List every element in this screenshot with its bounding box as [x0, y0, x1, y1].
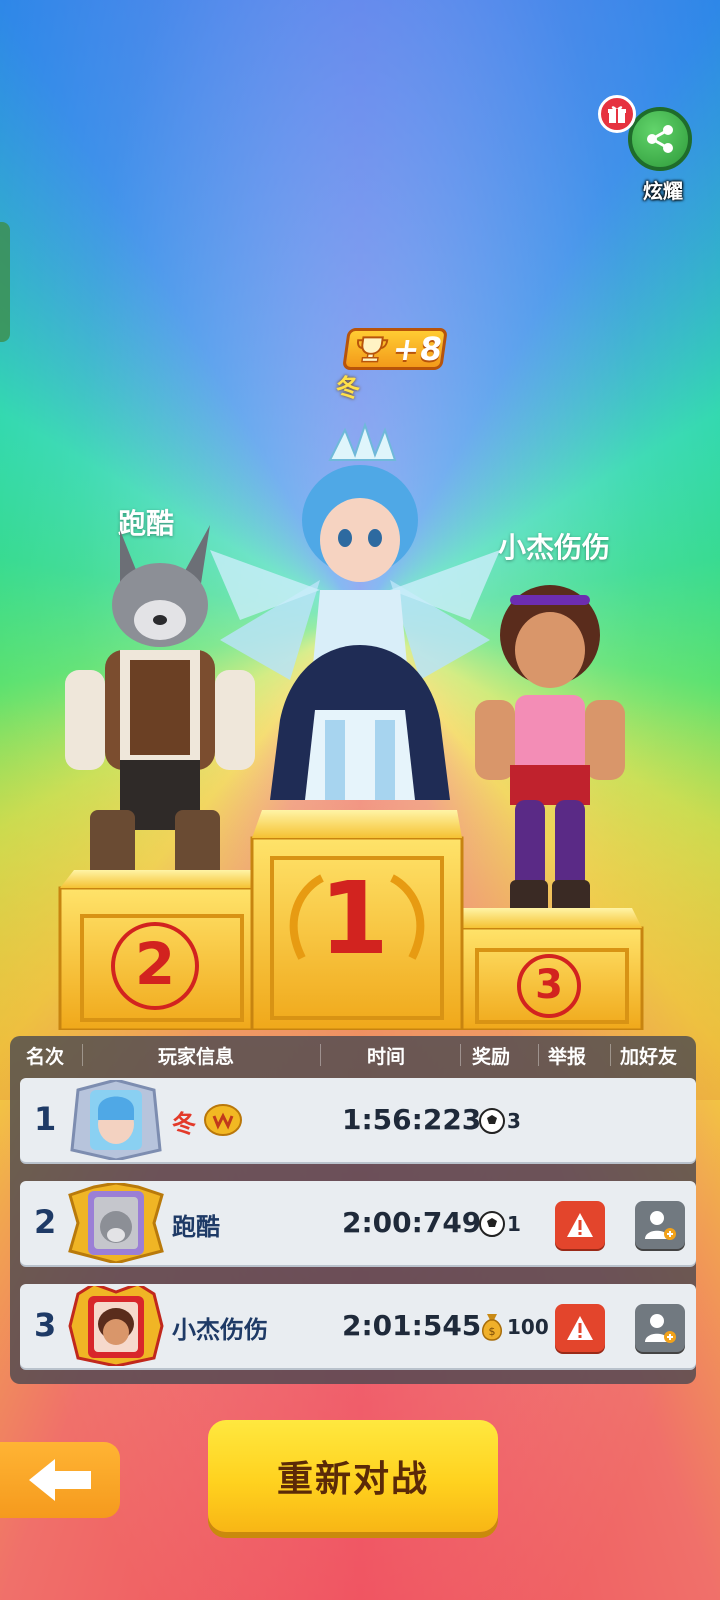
- row-player-name: 小杰伤伤: [172, 1316, 268, 1344]
- gift-icon: [598, 95, 636, 133]
- side-edge-handle: [0, 222, 10, 342]
- row-reward-amount: 3: [507, 1109, 521, 1133]
- add-friend-button[interactable]: [635, 1201, 685, 1249]
- row-rank: 3: [34, 1306, 57, 1344]
- row-reward-amount: 1: [507, 1212, 521, 1236]
- row-rank: 1: [34, 1100, 57, 1138]
- podium-number-3: 3: [535, 962, 563, 1008]
- row-reward: 1: [478, 1207, 521, 1241]
- share-label: 炫耀: [643, 179, 683, 203]
- row-reward-amount: 100: [507, 1315, 549, 1339]
- avatar: [70, 1080, 162, 1160]
- result-row: 3 小杰伤伤 2:01:545 $ 100: [20, 1284, 696, 1368]
- header-divider: [538, 1044, 539, 1066]
- back-button[interactable]: [0, 1442, 120, 1518]
- svg-text:$: $: [489, 1325, 496, 1338]
- rematch-button[interactable]: 重新对战: [208, 1420, 498, 1532]
- avatar: [68, 1286, 164, 1366]
- row-time: 2:01:545: [342, 1309, 482, 1342]
- soccer-ball-icon: [479, 1108, 505, 1134]
- money-bag-icon: $: [482, 1314, 502, 1341]
- header-time: 时间: [367, 1046, 406, 1068]
- trophy-gain-value: +8: [390, 330, 445, 368]
- share-icon: [647, 125, 673, 153]
- back-arrow-icon: [29, 1459, 91, 1501]
- report-button[interactable]: [555, 1201, 605, 1249]
- header-divider: [610, 1044, 611, 1066]
- winner-name-tag: 冬: [336, 374, 360, 402]
- podium-number-2: 2: [134, 930, 176, 998]
- trophy-icon: [357, 336, 389, 363]
- result-row: 1 冬 1:56:223 3: [20, 1078, 696, 1162]
- header-report: 举报: [548, 1046, 587, 1068]
- header-divider: [460, 1044, 461, 1066]
- ice-princess-character: [210, 421, 500, 800]
- warning-icon: [567, 1316, 593, 1340]
- header-add-friend: 加好友: [620, 1046, 678, 1068]
- results-header: 名次 玩家信息 时间 奖励 举报 加好友: [10, 1036, 696, 1072]
- row-player-name: 跑酷: [172, 1213, 220, 1241]
- share-widget[interactable]: 炫耀: [598, 95, 708, 205]
- row-rank: 2: [34, 1203, 57, 1241]
- row-player-name: 冬: [172, 1110, 196, 1138]
- report-button[interactable]: [555, 1304, 605, 1352]
- add-friend-icon: [645, 1211, 676, 1240]
- avatar: [68, 1183, 164, 1263]
- vip-crown-icon: [204, 1104, 242, 1136]
- add-friend-button[interactable]: [635, 1304, 685, 1352]
- results-table: 名次 玩家信息 时间 奖励 举报 加好友 1 冬 1:56:223 3 2 跑酷…: [10, 1036, 696, 1384]
- header-reward: 奖励: [472, 1046, 511, 1068]
- row-reward: $ 100: [478, 1310, 549, 1344]
- share-button[interactable]: [628, 107, 692, 171]
- trophy-gain-badge: +8: [342, 328, 448, 370]
- podium-number-1: 1: [319, 860, 389, 977]
- row-time: 2:00:749: [342, 1206, 482, 1239]
- header-divider: [320, 1044, 321, 1066]
- rematch-label: 重新对战: [276, 1459, 429, 1500]
- add-friend-icon: [645, 1314, 676, 1343]
- header-player-info: 玩家信息: [158, 1046, 235, 1068]
- header-divider: [82, 1044, 83, 1066]
- warning-icon: [567, 1213, 593, 1237]
- soccer-ball-icon: [479, 1211, 505, 1237]
- row-time: 1:56:223: [342, 1103, 482, 1136]
- row-reward: 3: [478, 1104, 521, 1138]
- header-rank: 名次: [26, 1046, 65, 1068]
- result-row: 2 跑酷 2:00:749 1: [20, 1181, 696, 1265]
- third-place-name: 小杰伤伤: [498, 531, 611, 564]
